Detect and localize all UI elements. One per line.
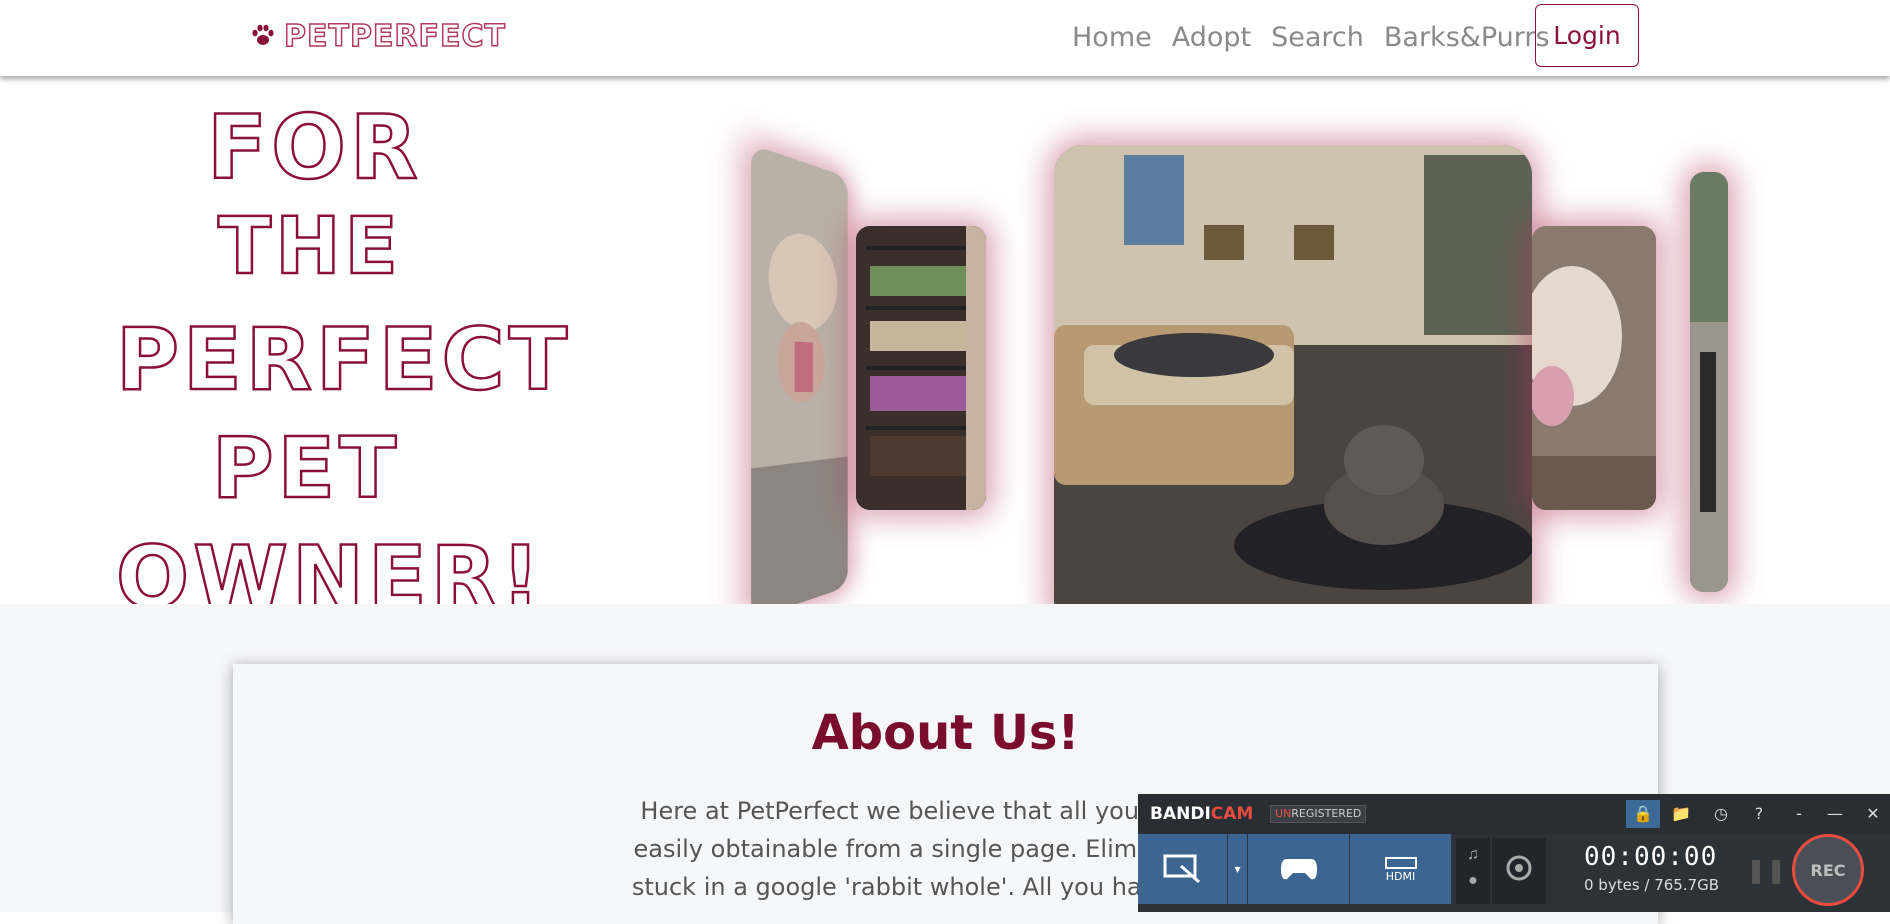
mode-dropdown-icon[interactable]: ▾ (1228, 834, 1248, 904)
game-mode-button[interactable] (1248, 834, 1350, 904)
navbar: PetPerfect Home Adopt Search Barks&Purrs… (0, 0, 1890, 76)
hdmi-mode-button[interactable]: HDMI (1350, 834, 1452, 904)
nav-link-home[interactable]: Home (1072, 22, 1152, 53)
nav-link-barks-purrs[interactable]: Barks&Purrs (1384, 22, 1550, 53)
hero-headline-line-2: The (217, 201, 402, 294)
speaker-icon: ♫ (1467, 846, 1479, 863)
help-icon[interactable]: ? (1742, 800, 1776, 828)
webcam-button[interactable] (1492, 838, 1546, 904)
screen-mode-button[interactable] (1138, 834, 1228, 904)
nav-link-adopt[interactable]: Adopt (1172, 22, 1251, 53)
screen-select-icon (1163, 854, 1200, 884)
clock-icon[interactable]: ◷ (1704, 800, 1738, 828)
login-button[interactable]: Login (1535, 4, 1639, 67)
bandicam-toolbar: BANDICAM UNREGISTERED 🔒 📁 ◷ ? - — ✕ ▾ HD… (1138, 794, 1890, 912)
mic-controls[interactable]: ♫ ● (1456, 838, 1490, 904)
close-icon[interactable]: ✕ (1856, 800, 1890, 828)
minimize-icon[interactable]: — (1818, 800, 1852, 828)
unregistered-badge: UNREGISTERED (1270, 805, 1367, 823)
lock-icon[interactable]: 🔒 (1626, 800, 1660, 828)
more-icon[interactable]: - (1782, 800, 1816, 828)
microphone-icon: ● (1468, 872, 1478, 889)
nav-link-search[interactable]: Search (1271, 22, 1364, 53)
hero-headline-line-1: For (206, 95, 422, 201)
nav-links: Home Adopt Search Barks&Purrs (1072, 12, 1570, 62)
rec-button[interactable]: REC (1792, 834, 1864, 906)
webcam-icon (1506, 855, 1532, 881)
brand-name: PetPerfect (283, 18, 506, 55)
hero-headline-line-3: Perfect (115, 309, 572, 412)
hero-headline-line-4: Pet (211, 418, 401, 519)
folder-icon[interactable]: 📁 (1664, 800, 1698, 828)
file-size-readout: 0 bytes / 765.7GB (1584, 876, 1720, 894)
hdmi-device-icon (1384, 856, 1417, 869)
bandicam-logo: BANDICAM (1150, 804, 1254, 824)
about-title: About Us! (811, 705, 1080, 761)
carousel-slide-dog-closeup[interactable] (1532, 226, 1656, 510)
recording-timer: 00:00:00 (1584, 842, 1718, 872)
bandicam-titlebar: BANDICAM UNREGISTERED 🔒 📁 ◷ ? - — ✕ (1138, 794, 1890, 834)
pause-icon[interactable]: ❚❚ (1746, 856, 1786, 884)
gamepad-icon (1280, 859, 1317, 880)
carousel-slide-dogs-lounge[interactable] (1054, 145, 1532, 629)
paw-icon (252, 24, 274, 45)
carousel-slide-dog-portrait[interactable] (751, 144, 848, 620)
carousel-slide-shop-shelf[interactable] (856, 226, 986, 510)
carousel-slide-dog-outdoor[interactable] (1690, 172, 1728, 592)
brand-logo[interactable]: PetPerfect (250, 16, 506, 56)
